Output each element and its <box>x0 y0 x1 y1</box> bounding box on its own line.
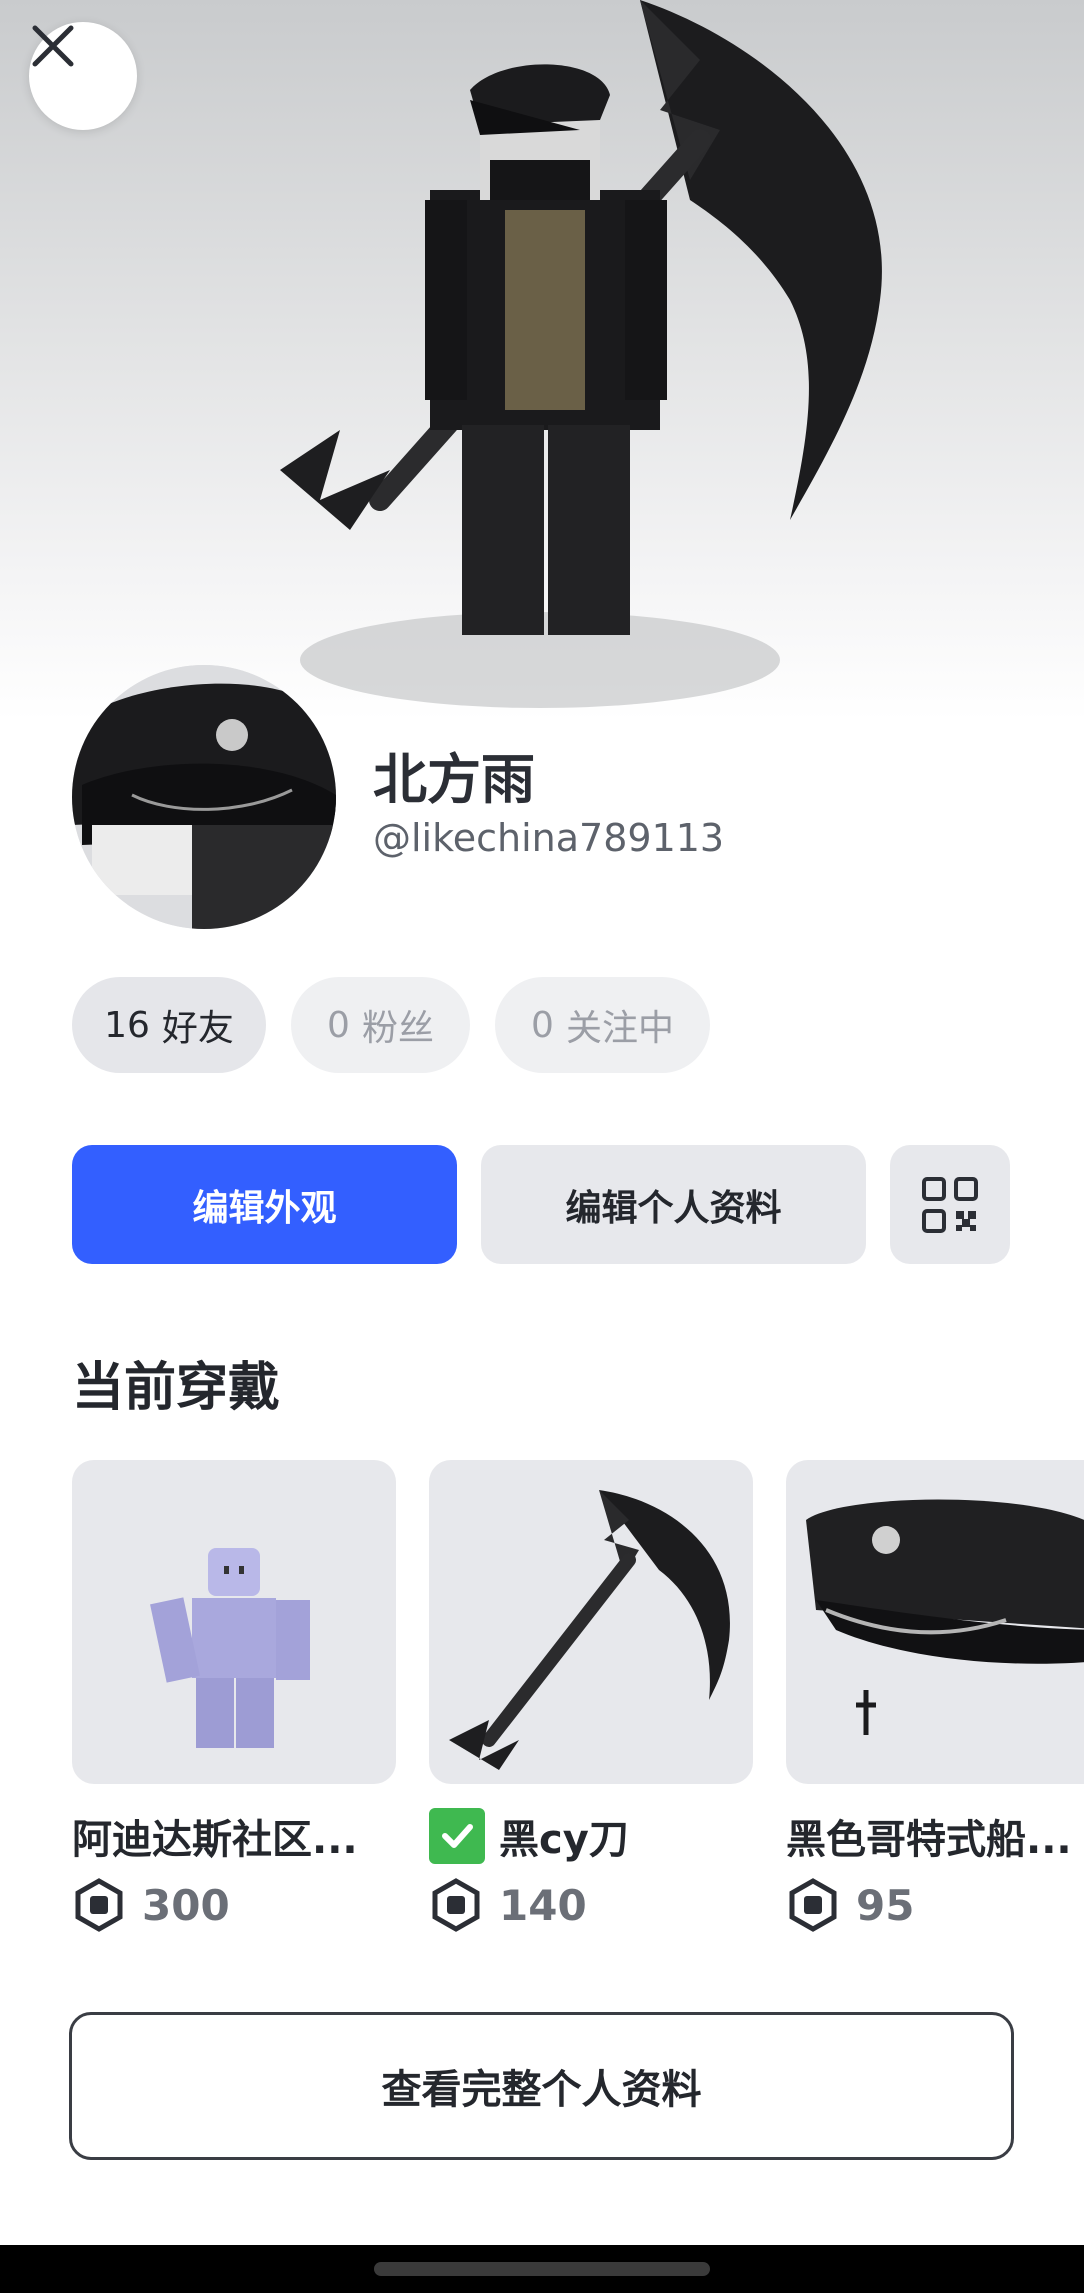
item-thumbnail <box>429 1460 753 1784</box>
qr-code-icon <box>922 1176 978 1233</box>
item-price: 140 <box>499 1880 587 1930</box>
wearing-item-card[interactable]: 黑色哥特式船... 95 <box>786 1460 1084 1932</box>
username: @likechina789113 <box>373 816 725 860</box>
qr-code-button[interactable] <box>890 1145 1010 1264</box>
friends-count: 16 <box>104 1004 150 1046</box>
followers-count: 0 <box>327 1004 350 1046</box>
followers-pill[interactable]: 0 粉丝 <box>291 977 470 1073</box>
close-icon <box>32 25 74 67</box>
avatar-body-image <box>150 1548 310 1748</box>
robux-icon <box>432 1878 480 1932</box>
avatar-headshot-image <box>72 665 336 929</box>
following-label: 关注中 <box>565 1008 674 1049</box>
item-name: 黑色哥特式船... <box>786 1817 1072 1863</box>
wearing-item-card[interactable]: 阿迪达斯社区... 300 <box>72 1460 396 1932</box>
following-pill[interactable]: 0 关注中 <box>495 977 710 1073</box>
friends-pill[interactable]: 16 好友 <box>72 977 266 1073</box>
close-button[interactable] <box>29 22 137 130</box>
verified-check-icon <box>429 1808 485 1864</box>
item-name: 阿迪达斯社区... <box>72 1817 358 1863</box>
followers-label: 粉丝 <box>361 1008 434 1049</box>
item-thumbnail <box>786 1460 1084 1784</box>
avatar-headshot[interactable] <box>72 665 336 929</box>
scythe-image <box>449 1490 730 1770</box>
avatar-preview[interactable] <box>0 0 1084 720</box>
edit-avatar-button[interactable]: 编辑外观 <box>72 1145 457 1264</box>
item-name: 黑cy刀 <box>499 1817 629 1863</box>
display-name: 北方雨 <box>373 748 535 811</box>
gothic-hat-image <box>806 1499 1084 1735</box>
item-thumbnail <box>72 1460 396 1784</box>
currently-wearing-title: 当前穿戴 <box>72 1358 281 1418</box>
item-price: 95 <box>856 1880 915 1930</box>
avatar-3d-figure <box>280 0 882 708</box>
wearing-item-card[interactable]: 黑cy刀 140 <box>429 1460 753 1932</box>
robux-icon <box>789 1878 837 1932</box>
friends-label: 好友 <box>161 1008 234 1049</box>
robux-icon <box>75 1878 123 1932</box>
following-count: 0 <box>531 1004 554 1046</box>
view-full-profile-button[interactable]: 查看完整个人资料 <box>69 2012 1014 2160</box>
item-price: 300 <box>142 1880 230 1930</box>
home-indicator[interactable] <box>374 2262 710 2276</box>
edit-profile-button[interactable]: 编辑个人资料 <box>481 1145 866 1264</box>
